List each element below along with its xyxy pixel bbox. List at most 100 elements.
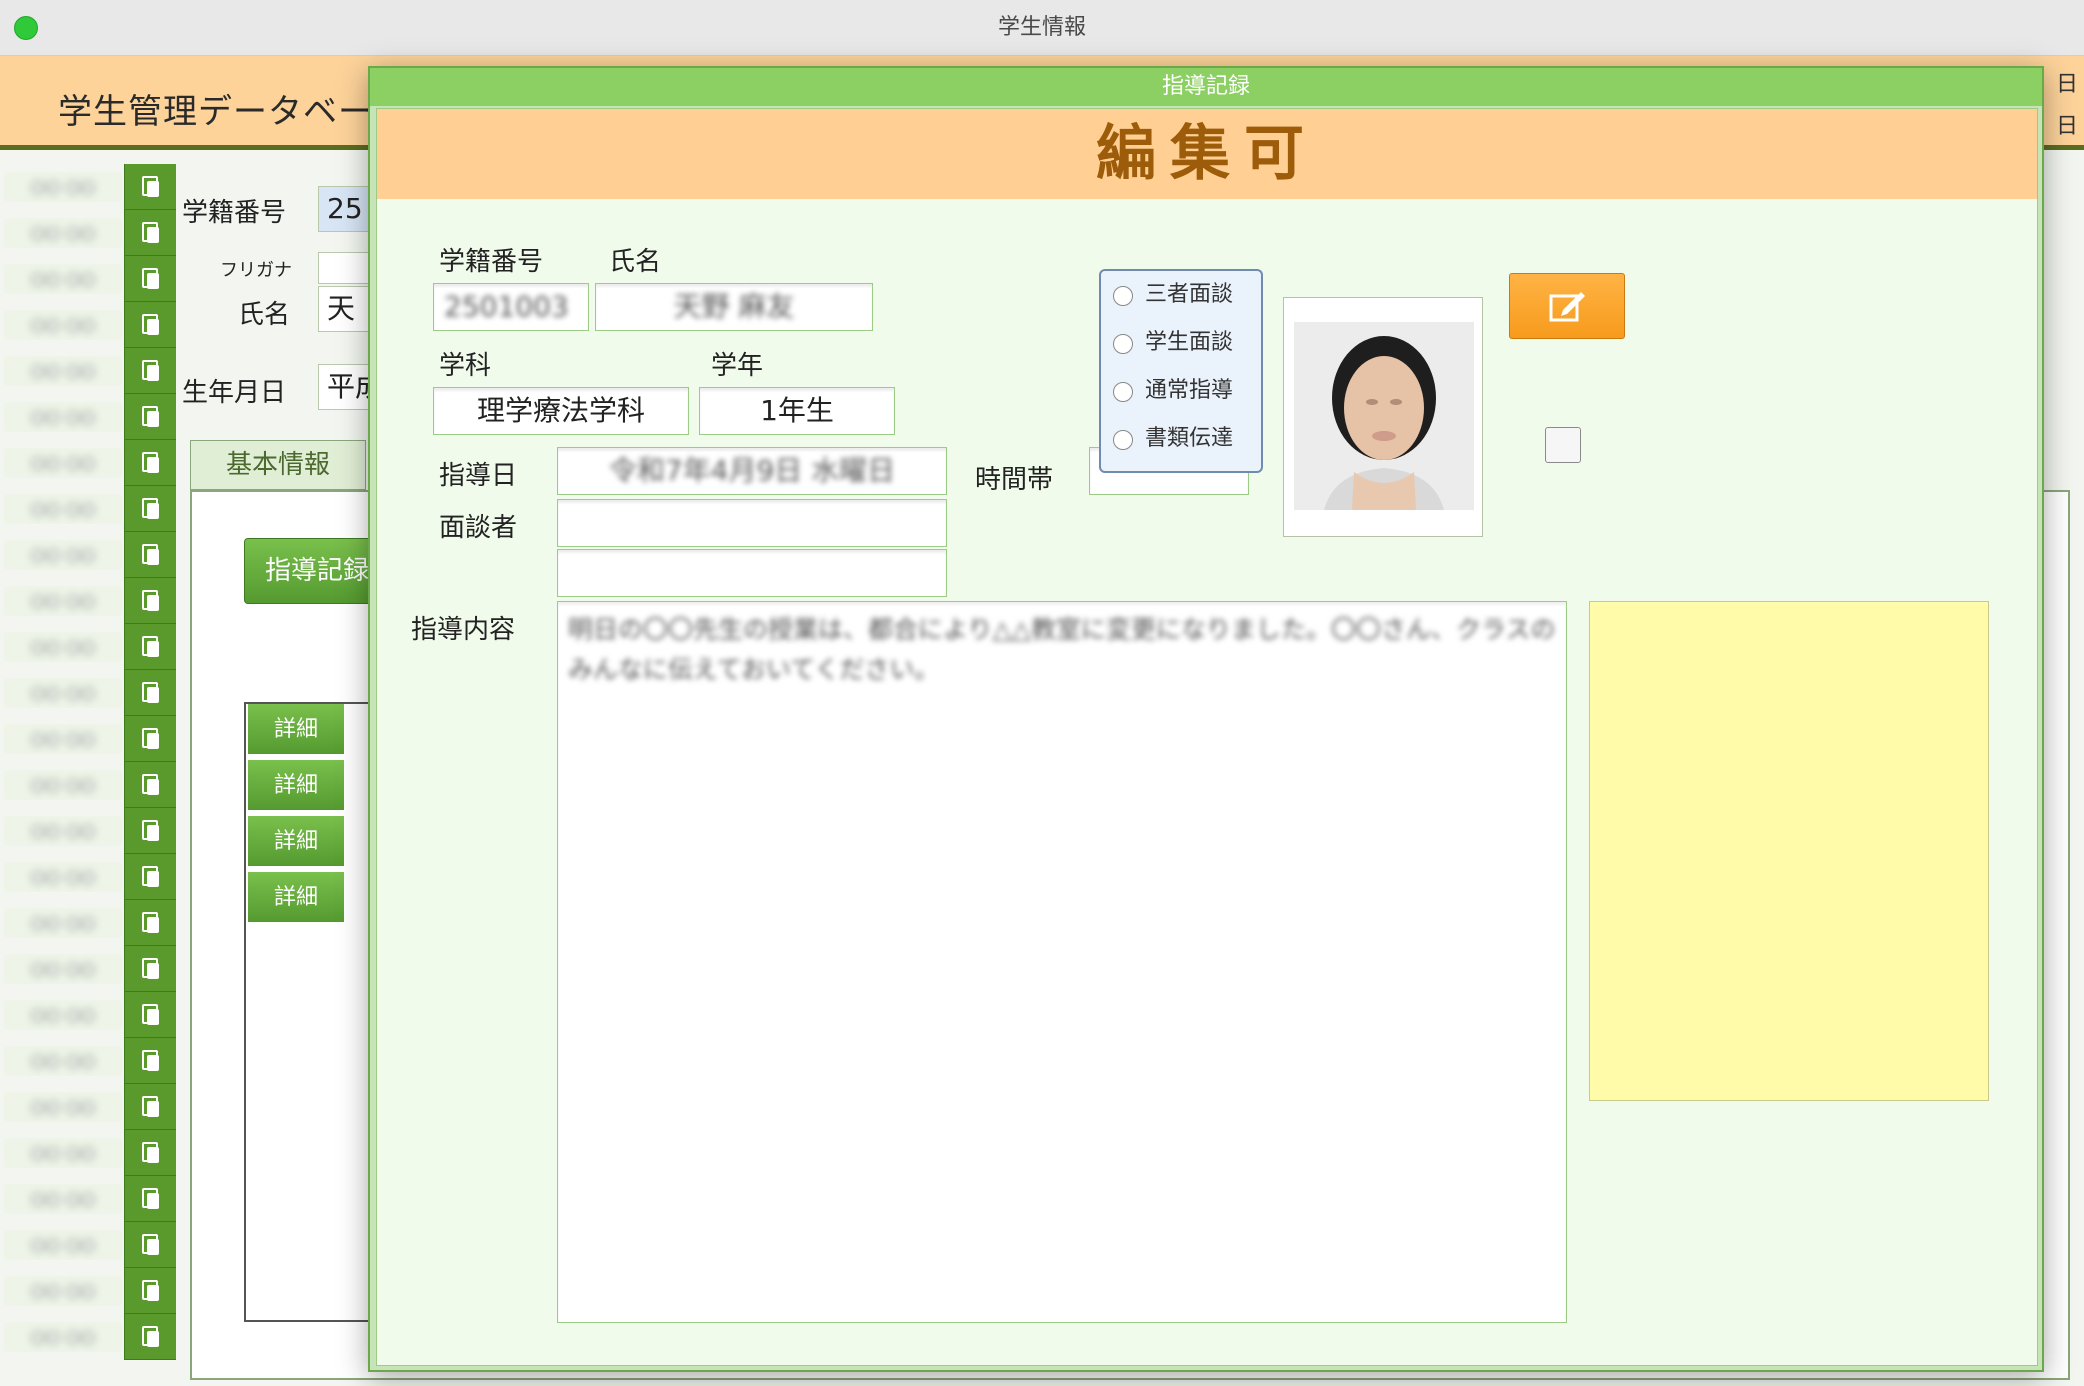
sidebar-student-name[interactable]: ○○ ○○: [4, 1184, 122, 1214]
detail-button[interactable]: 詳細: [248, 816, 344, 868]
interviewer-field-2[interactable]: [557, 549, 947, 597]
copy-button[interactable]: [124, 256, 176, 302]
sidebar-student-row[interactable]: ○○ ○○: [0, 256, 176, 302]
copy-button[interactable]: [124, 624, 176, 670]
sidebar-student-name[interactable]: ○○ ○○: [4, 816, 122, 846]
sidebar-student-row[interactable]: ○○ ○○: [0, 578, 176, 624]
sidebar-student-name[interactable]: ○○ ○○: [4, 494, 122, 524]
copy-button[interactable]: [124, 1038, 176, 1084]
sidebar-student-name[interactable]: ○○ ○○: [4, 724, 122, 754]
sidebar-student-row[interactable]: ○○ ○○: [0, 394, 176, 440]
copy-button[interactable]: [124, 164, 176, 210]
copy-button[interactable]: [124, 854, 176, 900]
sidebar-student-row[interactable]: ○○ ○○: [0, 210, 176, 256]
sidebar-student-row[interactable]: ○○ ○○: [0, 716, 176, 762]
sidebar-student-row[interactable]: ○○ ○○: [0, 532, 176, 578]
sidebar-student-name[interactable]: ○○ ○○: [4, 402, 122, 432]
radio-button[interactable]: [1113, 286, 1133, 306]
copy-button[interactable]: [124, 1222, 176, 1268]
name-field[interactable]: 天野 麻友: [595, 283, 873, 331]
sidebar-student-name[interactable]: ○○ ○○: [4, 632, 122, 662]
sidebar-student-name[interactable]: ○○ ○○: [4, 1046, 122, 1076]
radio-button[interactable]: [1113, 430, 1133, 450]
sidebar-student-name[interactable]: ○○ ○○: [4, 540, 122, 570]
sidebar-student-row[interactable]: ○○ ○○: [0, 1084, 176, 1130]
sidebar-student-name[interactable]: ○○ ○○: [4, 1276, 122, 1306]
sidebar-student-row[interactable]: ○○ ○○: [0, 302, 176, 348]
sidebar-student-name[interactable]: ○○ ○○: [4, 1092, 122, 1122]
copy-button[interactable]: [124, 210, 176, 256]
detail-button[interactable]: 詳細: [248, 872, 344, 924]
sidebar-student-row[interactable]: ○○ ○○: [0, 900, 176, 946]
copy-button[interactable]: [124, 1314, 176, 1360]
copy-button[interactable]: [124, 486, 176, 532]
sidebar-student-name[interactable]: ○○ ○○: [4, 1322, 122, 1352]
copy-button[interactable]: [124, 762, 176, 808]
detail-button[interactable]: 詳細: [248, 760, 344, 812]
sidebar-student-row[interactable]: ○○ ○○: [0, 762, 176, 808]
student-no-field[interactable]: 2501003: [433, 283, 589, 331]
sidebar-student-name[interactable]: ○○ ○○: [4, 770, 122, 800]
sidebar-student-name[interactable]: ○○ ○○: [4, 448, 122, 478]
interviewer-field-1[interactable]: [557, 499, 947, 547]
sidebar-student-name[interactable]: ○○ ○○: [4, 1000, 122, 1030]
copy-button[interactable]: [124, 716, 176, 762]
copy-button[interactable]: [124, 1084, 176, 1130]
copy-button[interactable]: [124, 440, 176, 486]
sidebar-student-name[interactable]: ○○ ○○: [4, 356, 122, 386]
detail-button[interactable]: 詳細: [248, 704, 344, 756]
copy-button[interactable]: [124, 578, 176, 624]
copy-button[interactable]: [124, 348, 176, 394]
sidebar-student-row[interactable]: ○○ ○○: [0, 808, 176, 854]
sidebar-student-row[interactable]: ○○ ○○: [0, 164, 176, 210]
copy-button[interactable]: [124, 992, 176, 1038]
copy-button[interactable]: [124, 670, 176, 716]
sidebar-student-name[interactable]: ○○ ○○: [4, 678, 122, 708]
sidebar-student-name[interactable]: ○○ ○○: [4, 264, 122, 294]
department-field[interactable]: 理学療法学科: [433, 387, 689, 435]
sidebar-student-row[interactable]: ○○ ○○: [0, 624, 176, 670]
sidebar-student-name[interactable]: ○○ ○○: [4, 954, 122, 984]
sidebar-student-row[interactable]: ○○ ○○: [0, 486, 176, 532]
sidebar-student-name[interactable]: ○○ ○○: [4, 1138, 122, 1168]
copy-button[interactable]: [124, 532, 176, 578]
sidebar-student-row[interactable]: ○○ ○○: [0, 440, 176, 486]
radio-three-party-interview[interactable]: 三者面談: [1113, 275, 1263, 315]
sidebar-student-row[interactable]: ○○ ○○: [0, 1130, 176, 1176]
radio-student-interview[interactable]: 学生面談: [1113, 323, 1263, 363]
copy-button[interactable]: [124, 1268, 176, 1314]
sidebar-student-name[interactable]: ○○ ○○: [4, 172, 122, 202]
sidebar-student-name[interactable]: ○○ ○○: [4, 862, 122, 892]
checkbox[interactable]: [1545, 427, 1581, 463]
copy-button[interactable]: [124, 1176, 176, 1222]
sidebar-student-name[interactable]: ○○ ○○: [4, 310, 122, 340]
sidebar-student-row[interactable]: ○○ ○○: [0, 854, 176, 900]
sidebar-student-name[interactable]: ○○ ○○: [4, 218, 122, 248]
sidebar-student-row[interactable]: ○○ ○○: [0, 946, 176, 992]
note-area[interactable]: [1589, 601, 1989, 1101]
sidebar-student-row[interactable]: ○○ ○○: [0, 1268, 176, 1314]
sidebar-student-row[interactable]: ○○ ○○: [0, 1222, 176, 1268]
copy-button[interactable]: [124, 302, 176, 348]
sidebar-student-row[interactable]: ○○ ○○: [0, 670, 176, 716]
copy-button[interactable]: [124, 900, 176, 946]
copy-button[interactable]: [124, 946, 176, 992]
sidebar-student-name[interactable]: ○○ ○○: [4, 908, 122, 938]
sidebar-student-row[interactable]: ○○ ○○: [0, 1314, 176, 1360]
sidebar-student-name[interactable]: ○○ ○○: [4, 586, 122, 616]
radio-document-notice[interactable]: 書類伝達: [1113, 419, 1263, 459]
sidebar-student-row[interactable]: ○○ ○○: [0, 1038, 176, 1084]
copy-button[interactable]: [124, 394, 176, 440]
edit-button[interactable]: [1509, 273, 1625, 339]
sidebar-student-name[interactable]: ○○ ○○: [4, 1230, 122, 1260]
radio-regular-guidance[interactable]: 通常指導: [1113, 371, 1263, 411]
sidebar-student-row[interactable]: ○○ ○○: [0, 1176, 176, 1222]
guidance-date-field[interactable]: 令和7年4月9日 水曜日: [557, 447, 947, 495]
grade-field[interactable]: 1年生: [699, 387, 895, 435]
sidebar-student-row[interactable]: ○○ ○○: [0, 348, 176, 394]
tab-basic-info[interactable]: 基本情報: [190, 440, 366, 490]
guidance-content-textarea[interactable]: 明日の〇〇先生の授業は、都合により△△教室に変更になりました。〇〇さん、クラスの…: [557, 601, 1567, 1323]
radio-button[interactable]: [1113, 382, 1133, 402]
radio-button[interactable]: [1113, 334, 1133, 354]
copy-button[interactable]: [124, 1130, 176, 1176]
